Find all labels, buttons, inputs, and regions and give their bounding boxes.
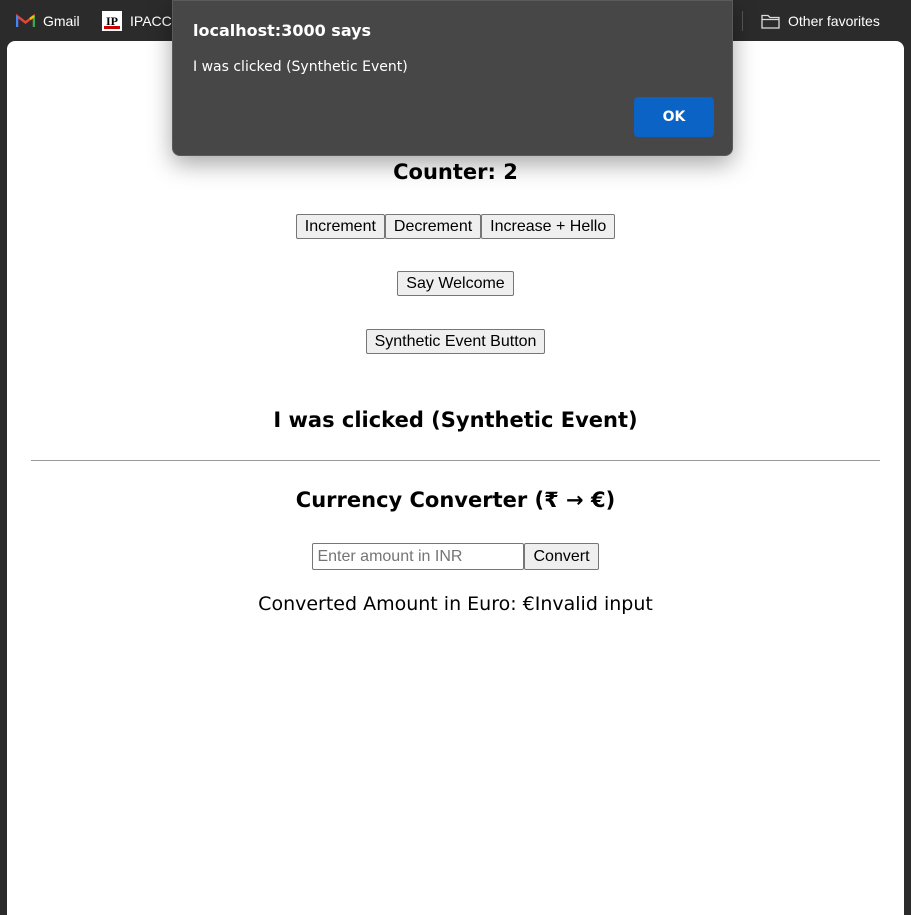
counter-heading: Counter: 2	[393, 160, 518, 184]
increase-hello-button[interactable]: Increase + Hello	[481, 214, 616, 239]
gmail-icon	[16, 14, 35, 27]
converter-form: Convert	[7, 543, 904, 570]
ip-logo-icon: IP	[102, 11, 122, 31]
currency-converter-title: Currency Converter (₹ → €)	[295, 488, 616, 512]
increment-button[interactable]: Increment	[295, 214, 385, 239]
bookmark-other-favorites[interactable]: Other favorites	[761, 10, 880, 32]
synthetic-row: Synthetic Event Button	[7, 329, 904, 354]
dialog-title: localhost:3000 says	[193, 21, 372, 40]
page-content: Counter: 2 Increment Decrement Increase + …	[7, 41, 904, 915]
convert-button[interactable]: Convert	[524, 543, 599, 570]
dialog-message: I was clicked (Synthetic Event)	[193, 59, 408, 75]
folder-icon	[761, 14, 780, 29]
decrement-button[interactable]: Decrement	[384, 214, 482, 239]
divider	[31, 460, 880, 461]
bookmarks-divider	[742, 11, 743, 31]
alert-dialog: localhost:3000 says I was clicked (Synth…	[172, 0, 733, 156]
bookmark-ipacct[interactable]: IP IPACCT	[102, 10, 180, 32]
bookmark-label: Gmail	[43, 13, 80, 29]
converted-amount-text: Converted Amount in Euro: €Invalid input	[258, 593, 653, 615]
ok-button[interactable]: OK	[634, 97, 714, 137]
welcome-row: Say Welcome	[7, 271, 904, 296]
bookmark-gmail[interactable]: Gmail	[16, 10, 80, 32]
bookmark-label: Other favorites	[788, 13, 880, 29]
synthetic-result-heading: I was clicked (Synthetic Event)	[273, 408, 638, 432]
counter-buttons: Increment Decrement Increase + Hello	[7, 214, 904, 239]
say-welcome-button[interactable]: Say Welcome	[397, 271, 514, 296]
amount-input[interactable]	[312, 543, 525, 570]
synthetic-event-button[interactable]: Synthetic Event Button	[365, 329, 546, 354]
